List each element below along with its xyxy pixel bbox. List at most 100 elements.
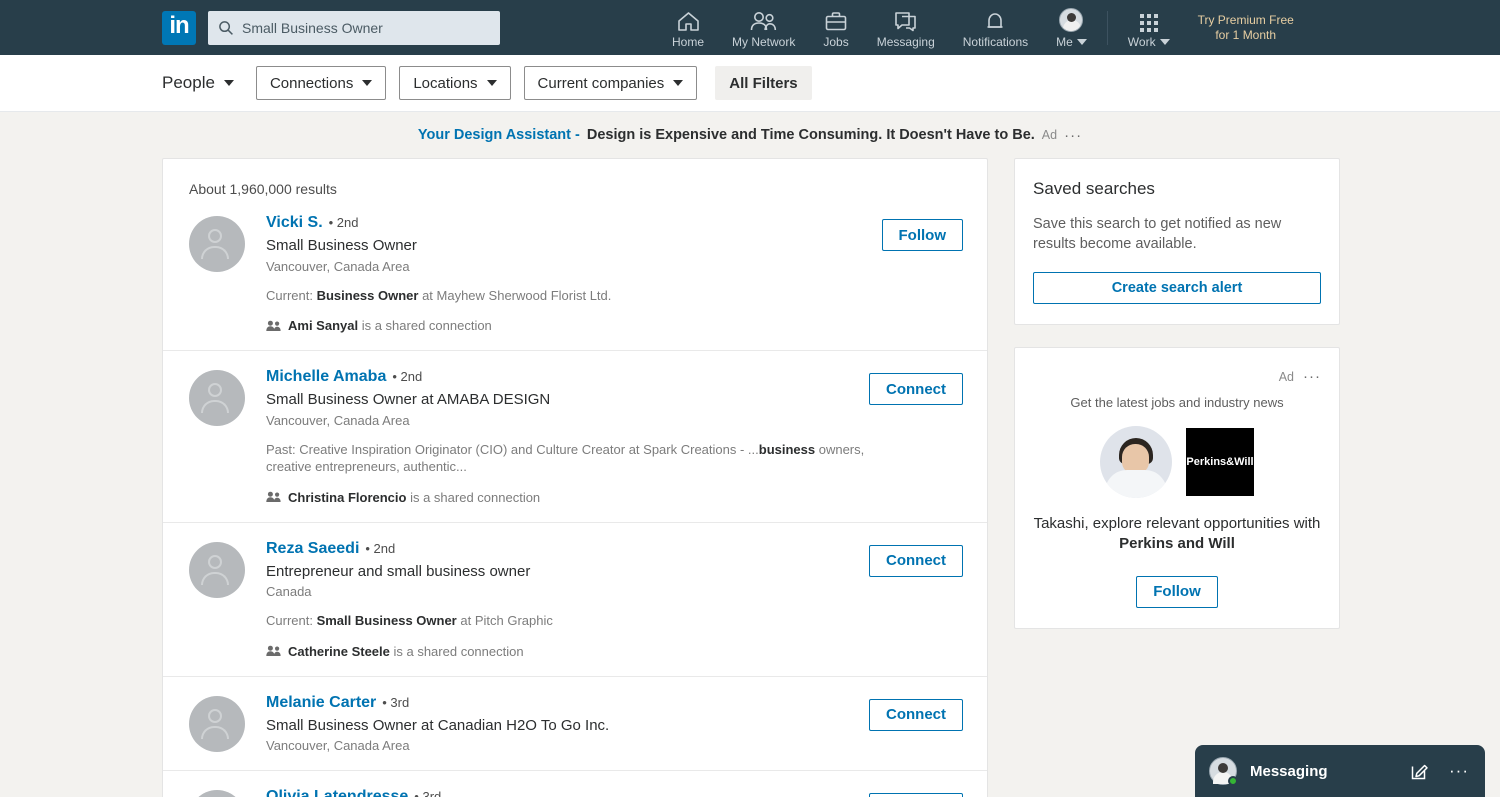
result-shared-connection: Catherine Steele is a shared connection xyxy=(266,644,869,659)
linkedin-logo[interactable]: in xyxy=(162,10,196,45)
chevron-down-icon xyxy=(673,80,684,86)
people-icon xyxy=(266,491,281,503)
result-extra: Current: Business Owner at Mayhew Sherwo… xyxy=(266,287,882,305)
nav-label-home: Home xyxy=(672,34,705,49)
sponsored-ad-label: Ad xyxy=(1041,128,1058,142)
nav-item-me[interactable]: Me xyxy=(1042,0,1101,55)
messaging-overflow-icon[interactable]: ··· xyxy=(1449,761,1469,781)
result-item[interactable]: Michelle Amaba • 2nd Small Business Owne… xyxy=(163,351,987,523)
filter-vertical-people[interactable]: People xyxy=(162,73,234,93)
page-body: About 1,960,000 results Vicki S. • 2nd S… xyxy=(0,158,1500,797)
result-name[interactable]: Olivia Latendresse xyxy=(266,788,408,797)
result-headline: Entrepreneur and small business owner xyxy=(266,562,531,580)
filter-locations-label: Locations xyxy=(413,74,478,92)
result-location: Canada xyxy=(266,584,312,600)
result-extra-prefix: Current: xyxy=(266,287,317,303)
result-shared-suffix: is a shared connection xyxy=(389,643,524,659)
result-item[interactable]: Melanie Carter • 3rd Small Business Owne… xyxy=(163,677,987,772)
result-degree: • 2nd xyxy=(392,369,423,385)
ad-cta-text: Takashi, explore relevant opportunities … xyxy=(1033,514,1321,555)
filter-connections[interactable]: Connections xyxy=(255,66,387,100)
chevron-down-icon xyxy=(486,80,497,86)
result-action-button[interactable]: Connect xyxy=(869,544,963,577)
nav-item-jobs[interactable]: Jobs xyxy=(809,0,862,55)
result-extra-bold: Business Owner xyxy=(316,287,419,303)
filter-current-companies[interactable]: Current companies xyxy=(523,66,698,100)
messaging-dock[interactable]: Messaging ··· xyxy=(1195,745,1485,797)
result-name[interactable]: Michelle Amaba xyxy=(266,368,386,386)
avatar-icon xyxy=(1059,7,1084,32)
ad-card: Ad ··· Get the latest jobs and industry … xyxy=(1014,347,1340,629)
sponsored-overflow-icon[interactable]: ··· xyxy=(1064,127,1082,144)
filter-vertical-label: People xyxy=(162,73,215,92)
nav-label-me: Me xyxy=(1056,35,1087,49)
nav-item-notifications[interactable]: Notifications xyxy=(949,0,1042,55)
compose-icon[interactable] xyxy=(1411,762,1429,780)
nav-item-messaging[interactable]: Messaging xyxy=(863,0,949,55)
avatar xyxy=(189,370,245,427)
result-name[interactable]: Melanie Carter xyxy=(266,694,376,712)
result-name[interactable]: Reza Saeedi xyxy=(266,540,359,558)
result-extra-suffix: at Pitch Graphic xyxy=(456,613,553,629)
result-degree: • 3rd xyxy=(382,694,410,710)
company-logo: Perkins&Will xyxy=(1186,428,1254,497)
sponsored-text: Design is Expensive and Time Consuming. … xyxy=(586,127,1035,143)
messaging-actions: ··· xyxy=(1411,761,1469,781)
search-input[interactable]: Small Business Owner xyxy=(208,10,500,45)
result-location: Vancouver, Canada Area xyxy=(266,412,410,428)
result-action-button[interactable]: Follow xyxy=(881,219,963,251)
create-search-alert-button[interactable]: Create search alert xyxy=(1033,272,1321,305)
try-premium-link[interactable]: Try Premium Free for 1 Month xyxy=(1198,13,1294,43)
result-location: Vancouver, Canada Area xyxy=(266,258,410,274)
saved-searches-card: Saved searches Save this search to get n… xyxy=(1014,158,1340,326)
result-action-button[interactable]: Connect xyxy=(869,793,963,797)
result-headline: Small Business Owner xyxy=(266,237,417,254)
saved-searches-text: Save this search to get notified as new … xyxy=(1033,216,1282,252)
nav-divider xyxy=(1106,10,1108,45)
nav-item-home[interactable]: Home xyxy=(658,0,718,55)
all-filters-button[interactable]: All Filters xyxy=(715,66,812,100)
results-count: About 1,960,000 results xyxy=(189,181,337,197)
nav-label-messaging: Messaging xyxy=(876,34,935,49)
result-shared-name: Catherine Steele xyxy=(288,643,390,659)
nav-label-jobs: Jobs xyxy=(823,34,849,49)
result-shared-suffix: is a shared connection xyxy=(358,318,492,334)
filter-current-companies-label: Current companies xyxy=(537,74,665,92)
result-extra-prefix: Past: Creative Inspiration Originator (C… xyxy=(266,441,759,457)
nav-item-work[interactable]: Work xyxy=(1114,0,1184,55)
nav-item-my-network[interactable]: My Network xyxy=(718,0,809,55)
ad-follow-button[interactable]: Follow xyxy=(1136,575,1218,608)
filter-locations[interactable]: Locations xyxy=(399,66,511,100)
filter-connections-label: Connections xyxy=(269,74,354,92)
sponsored-banner: Your Design Assistant - Design is Expens… xyxy=(0,112,1500,158)
result-item[interactable]: Olivia Latendresse • 3rd Small Business … xyxy=(163,771,987,797)
avatar xyxy=(1059,7,1084,32)
ad-subtitle: Get the latest jobs and industry news xyxy=(1070,395,1284,411)
chevron-down-icon xyxy=(362,80,373,86)
avatar xyxy=(189,541,245,598)
messaging-title: Messaging xyxy=(1250,762,1328,780)
ad-overflow-icon[interactable]: ··· xyxy=(1303,368,1321,385)
result-name[interactable]: Vicki S. xyxy=(266,214,323,232)
ad-images: Perkins&Will xyxy=(1033,426,1321,499)
people-icon xyxy=(266,320,281,331)
result-shared-name: Christina Florencio xyxy=(288,489,407,505)
result-headline: Small Business Owner at Canadian H2O To … xyxy=(266,716,610,734)
top-navigation-bar: in Small Business Owner Home My Network … xyxy=(0,0,1500,55)
filter-bar: People Connections Locations Current com… xyxy=(0,55,1500,112)
result-item[interactable]: Reza Saeedi • 2nd Entrepreneur and small… xyxy=(163,523,987,677)
saved-searches-title: Saved searches xyxy=(1033,179,1155,198)
result-extra-bold: business xyxy=(758,441,816,457)
avatar xyxy=(189,216,245,272)
grid-icon xyxy=(1139,7,1158,32)
result-action-button[interactable]: Connect xyxy=(869,698,963,731)
ad-cta-prefix: Takashi, explore relevant opportunities … xyxy=(1033,515,1321,533)
people-icon xyxy=(266,645,281,657)
nav-items: Home My Network Jobs Messaging Notificat… xyxy=(658,0,1294,55)
search-query-text: Small Business Owner xyxy=(242,19,383,36)
sponsored-link[interactable]: Your Design Assistant - xyxy=(418,127,580,143)
avatar xyxy=(189,695,245,752)
result-action-button[interactable]: Connect xyxy=(869,373,963,406)
result-location: Vancouver, Canada Area xyxy=(266,738,410,754)
result-item[interactable]: Vicki S. • 2nd Small Business Owner Vanc… xyxy=(163,197,987,352)
